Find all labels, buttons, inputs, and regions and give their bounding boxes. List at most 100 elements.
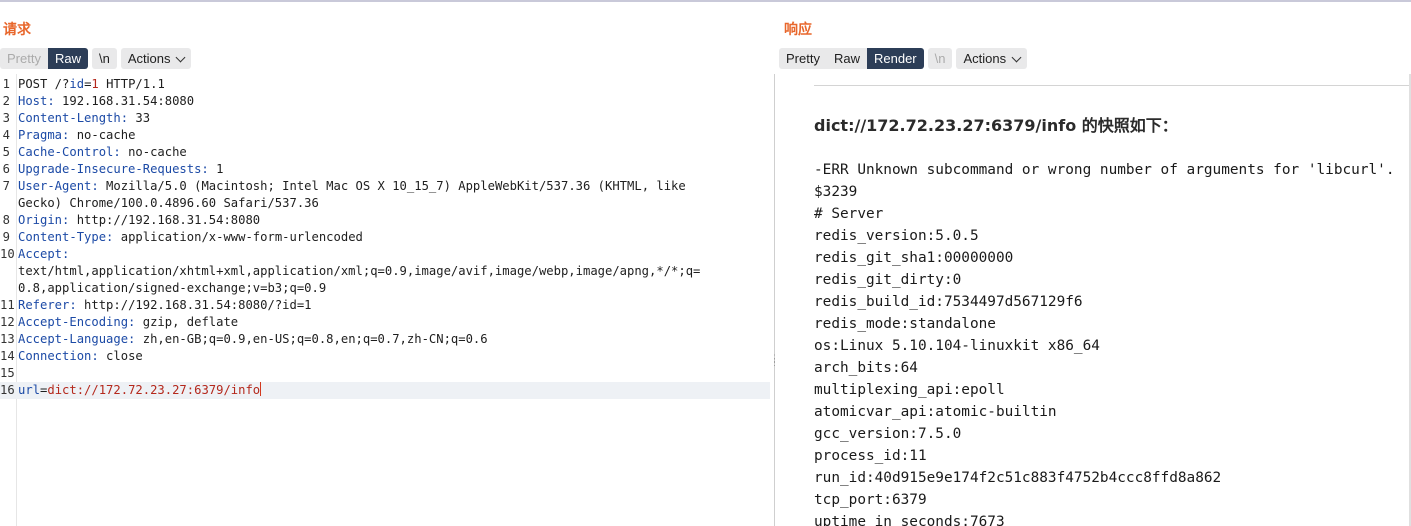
snapshot-heading: dict://172.72.23.27:6379/info 的快照如下： <box>814 116 1178 135</box>
header-name: Content-Type: <box>18 230 114 244</box>
response-actions-label: Actions <box>963 51 1007 66</box>
response-line: process_id:11 <box>814 448 927 464</box>
response-line: -ERR Unknown subcommand or wrong number … <box>814 162 1395 178</box>
line-text: Pragma: no-cache <box>18 127 770 144</box>
line-segment: Mozilla/5.0 (Macintosh; Intel Mac OS X 1… <box>98 179 686 193</box>
header-name: Accept-Language: <box>18 332 136 346</box>
response-title: 响应 <box>784 22 812 38</box>
response-line: atomicvar_api:atomic-builtin <box>814 404 1057 420</box>
header-name: Host: <box>18 94 55 108</box>
text-caret <box>260 382 262 396</box>
response-body: -ERR Unknown subcommand or wrong number … <box>814 159 1394 526</box>
line-segment: HTTP/1.1 <box>98 77 165 91</box>
line-segment: Gecko) Chrome/100.0.4896.60 Safari/537.3… <box>18 196 319 210</box>
request-line[interactable]: 14 Connection: close <box>0 348 770 365</box>
request-line[interactable]: 12 Accept-Encoding: gzip, deflate <box>0 314 770 331</box>
header-name: Origin: <box>18 213 70 227</box>
response-line: uptime_in_seconds:7673 <box>814 514 1005 526</box>
request-line[interactable]: 11 Referer: http://192.168.31.54:8080/?id… <box>0 297 770 314</box>
request-line[interactable]: 10 Accept: <box>0 246 770 263</box>
request-newline-toggle[interactable]: \n <box>91 48 117 69</box>
chevron-down-icon <box>1011 52 1022 63</box>
request-line[interactable]: 2 Host: 192.168.31.54:8080 <box>0 93 770 110</box>
line-number: 14 <box>0 349 15 363</box>
param-name: id <box>69 77 85 91</box>
request-line[interactable]: 8 Origin: http://192.168.31.54:8080 <box>0 212 770 229</box>
param-val: dict://172.72.23.27:6379/info <box>47 383 261 397</box>
header-name: Upgrade-Insecure-Requests: <box>18 162 209 176</box>
line-text: Upgrade-Insecure-Requests: 1 <box>18 161 770 178</box>
response-line: redis_mode:standalone <box>814 316 996 332</box>
line-segment: 0.8,application/signed-exchange;v=b3;q=0… <box>18 281 327 295</box>
line-text: POST /?id=1 HTTP/1.1 <box>18 76 770 93</box>
line-segment: POST /? <box>18 77 70 91</box>
request-raw-tab[interactable]: Raw <box>47 48 88 69</box>
header-name: Accept-Encoding: <box>18 315 136 329</box>
request-actions-label: Actions <box>127 51 171 66</box>
line-segment: zh,en-GB;q=0.9,en-US;q=0.8,en;q=0.7,zh-C… <box>135 332 488 346</box>
request-editor[interactable]: 1 POST /?id=1 HTTP/1.1 2 Host: 192.168.31.5… <box>0 76 770 399</box>
response-actions-dropdown[interactable]: Actions <box>956 48 1028 69</box>
line-number: 3 <box>2 111 10 125</box>
line-number: 7 <box>2 179 10 193</box>
line-text: url=dict://172.72.23.27:6379/info <box>18 382 770 399</box>
line-number: 13 <box>0 332 15 346</box>
line-text: Origin: http://192.168.31.54:8080 <box>18 212 770 229</box>
request-line[interactable]: 7 User-Agent: Mozilla/5.0 (Macintosh; Int… <box>0 178 770 195</box>
line-text: Content-Length: 33 <box>18 110 770 127</box>
response-render-tab[interactable]: Render <box>866 48 924 69</box>
request-line[interactable]: text/html,application/xhtml+xml,applicat… <box>0 263 770 280</box>
param-name: url <box>18 383 41 397</box>
request-line[interactable]: 9 Content-Type: application/x-www-form-ur… <box>0 229 770 246</box>
request-line[interactable]: 16 url=dict://172.72.23.27:6379/info <box>0 382 770 399</box>
request-line[interactable]: 0.8,application/signed-exchange;v=b3;q=0… <box>0 280 770 297</box>
request-line[interactable]: 3 Content-Length: 33 <box>0 110 770 127</box>
window-top-border <box>0 0 1411 2</box>
request-pretty-tab[interactable]: Pretty <box>0 48 48 69</box>
response-render-view[interactable]: dict://172.72.23.27:6379/info 的快照如下： -ER… <box>775 74 1411 526</box>
line-text: Host: 192.168.31.54:8080 <box>18 93 770 110</box>
response-toolbar: Pretty Raw Render \n Actions <box>779 48 1028 69</box>
response-line: tcp_port:6379 <box>814 492 927 508</box>
line-segment: 33 <box>128 111 151 125</box>
line-number: 1 <box>2 77 10 91</box>
line-segment: close <box>98 349 143 363</box>
line-number: 11 <box>0 298 15 312</box>
param-val: 1 <box>91 77 99 91</box>
request-line[interactable]: Gecko) Chrome/100.0.4896.60 Safari/537.3… <box>0 195 770 212</box>
request-line[interactable]: 6 Upgrade-Insecure-Requests: 1 <box>0 161 770 178</box>
pane-resize-handle[interactable]: ⋮⋮ <box>770 354 779 367</box>
request-actions-dropdown[interactable]: Actions <box>120 48 192 69</box>
line-number: 16 <box>0 383 15 397</box>
request-line[interactable]: 15 <box>0 365 770 382</box>
line-text: text/html,application/xhtml+xml,applicat… <box>18 263 770 280</box>
request-line[interactable]: 13 Accept-Language: zh,en-GB;q=0.9,en-US;… <box>0 331 770 348</box>
response-line: redis_git_sha1:00000000 <box>814 250 1014 266</box>
line-segment: 1 <box>208 162 224 176</box>
line-number: 5 <box>2 145 10 159</box>
header-name: Cache-Control: <box>18 145 121 159</box>
response-pretty-tab[interactable]: Pretty <box>779 48 827 69</box>
line-number: 15 <box>0 366 15 380</box>
line-segment: no-cache <box>120 145 187 159</box>
line-segment: 192.168.31.54:8080 <box>54 94 195 108</box>
request-title: 请求 <box>3 22 31 38</box>
chevron-down-icon <box>176 52 186 63</box>
line-number: 12 <box>0 315 15 329</box>
line-segment: no-cache <box>69 128 136 142</box>
line-text: Gecko) Chrome/100.0.4896.60 Safari/537.3… <box>18 195 770 212</box>
render-top-rule <box>814 85 1411 86</box>
response-raw-tab[interactable]: Raw <box>826 48 867 69</box>
response-line: $3239 <box>814 184 858 200</box>
line-text: 0.8,application/signed-exchange;v=b3;q=0… <box>18 280 770 297</box>
response-line: os:Linux 5.10.104-linuxkit x86_64 <box>814 338 1100 354</box>
response-newline-toggle[interactable]: \n <box>927 48 953 69</box>
line-text: Referer: http://192.168.31.54:8080/?id=1 <box>18 297 770 314</box>
request-line[interactable]: 1 POST /?id=1 HTTP/1.1 <box>0 76 770 93</box>
header-name: Content-Length: <box>18 111 129 125</box>
line-number: 6 <box>2 162 10 176</box>
header-name: User-Agent: <box>18 179 99 193</box>
line-text: Accept: <box>18 246 770 263</box>
request-line[interactable]: 5 Cache-Control: no-cache <box>0 144 770 161</box>
request-line[interactable]: 4 Pragma: no-cache <box>0 127 770 144</box>
